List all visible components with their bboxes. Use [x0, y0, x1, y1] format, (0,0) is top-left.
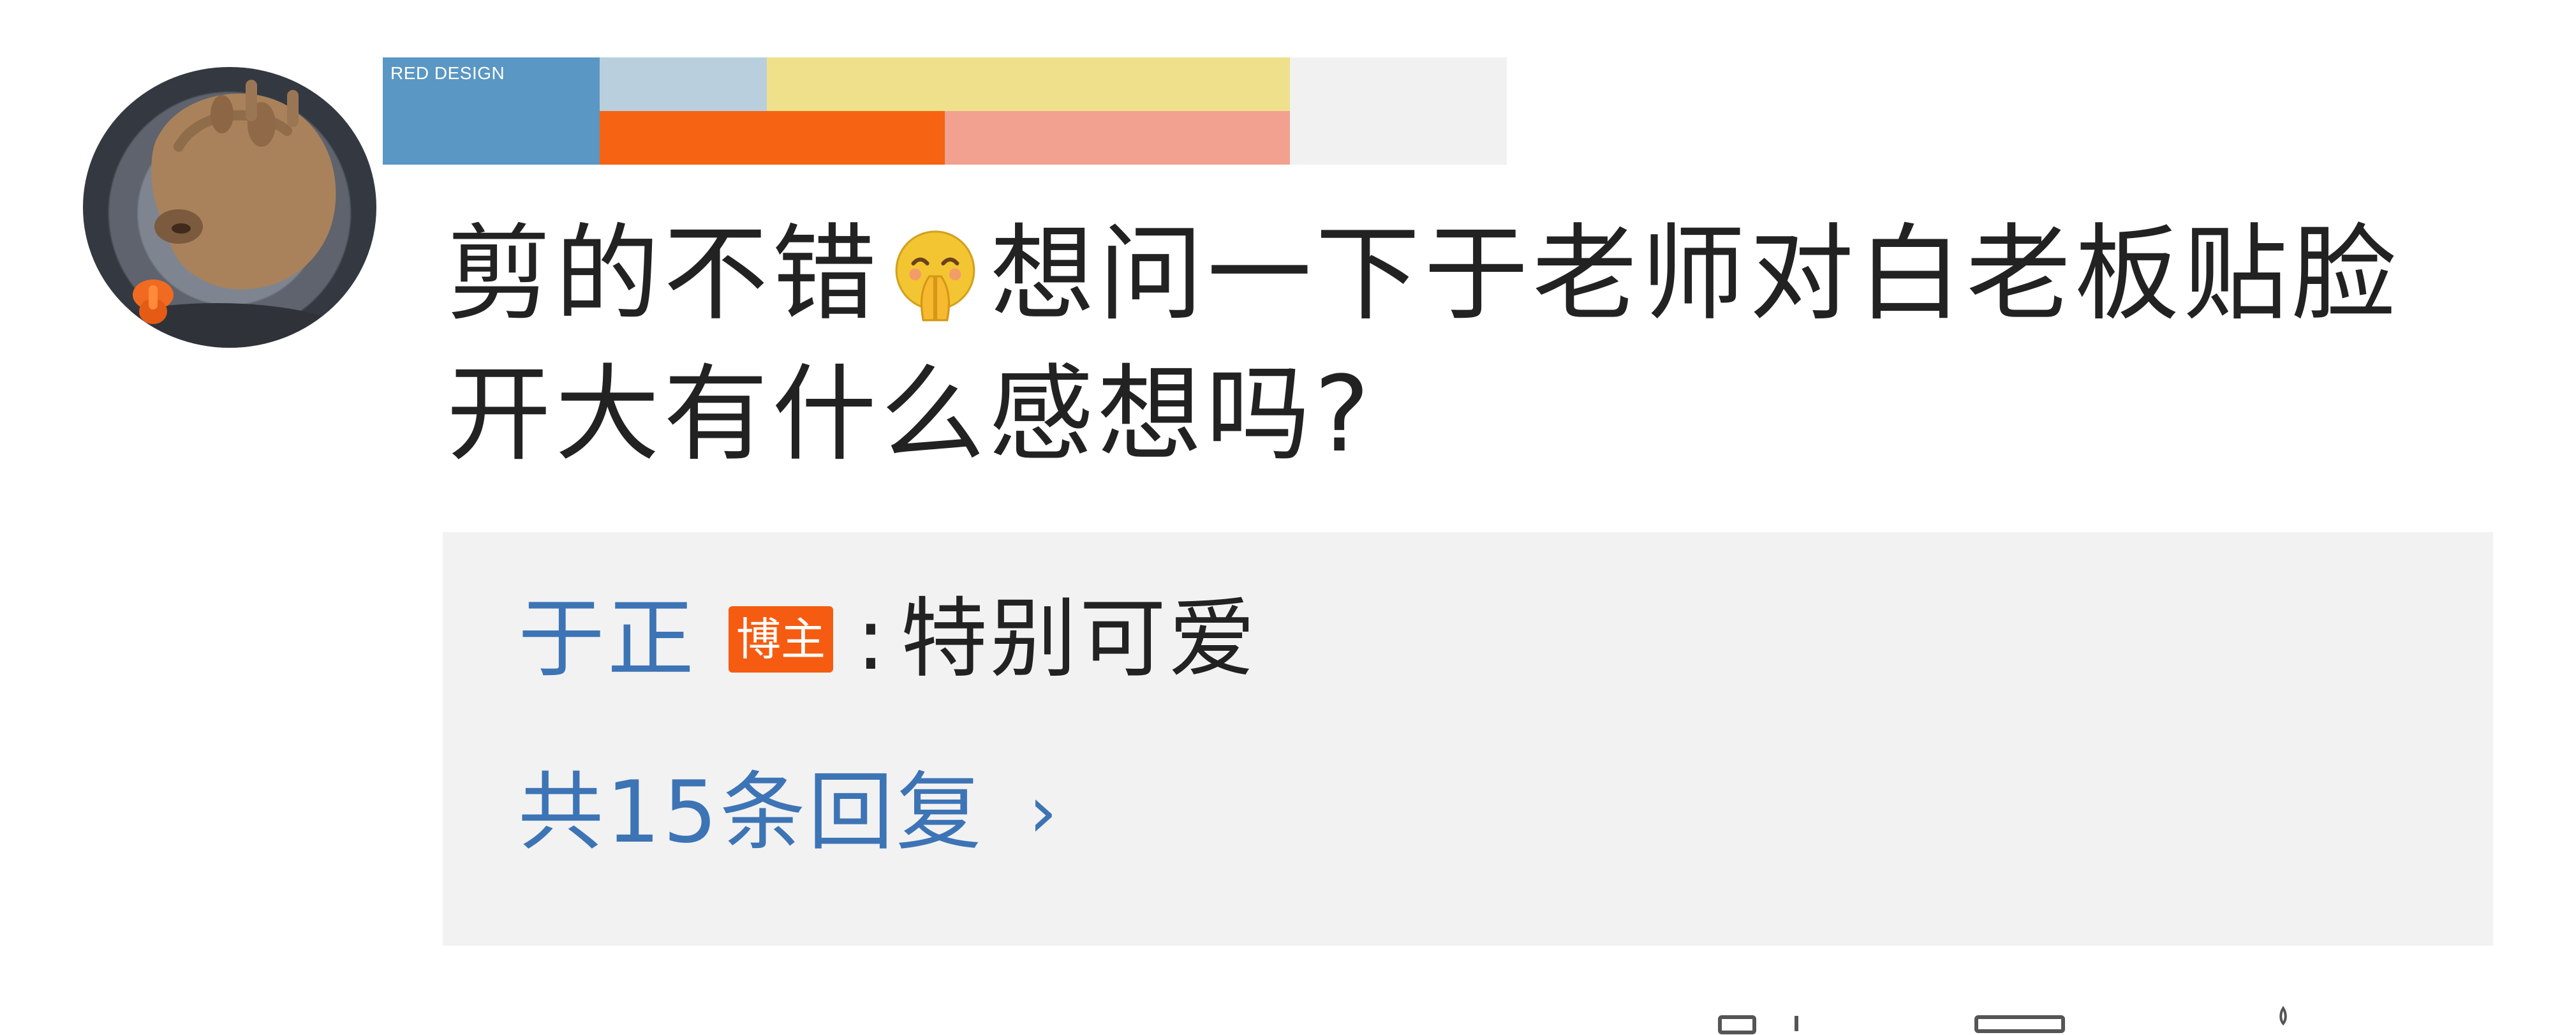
reply-item: 于正 博主 : 特别可爱 — [518, 596, 1258, 683]
chevron-right-icon: › — [1028, 771, 1060, 854]
reply-text: 特别可爱 — [900, 589, 1258, 690]
reply-separator: : — [856, 589, 885, 690]
partial-action-icon-3[interactable] — [1971, 1003, 2068, 1035]
author-badge: 博主 — [729, 606, 833, 673]
comment-text: 剪的不错 想问一下于老师对白老板贴脸 开大有什么感想吗? — [447, 204, 2488, 485]
partial-action-icon-4 — [2279, 1006, 2287, 1026]
banner-brand-text: RED DESIGN — [390, 63, 505, 83]
reply-preview-box[interactable]: 于正 博主 : 特别可爱 共15条回复 › — [443, 532, 2493, 946]
partial-action-icon-2 — [1795, 1016, 1798, 1031]
comment-line-1-part-1: 剪的不错 — [447, 213, 881, 335]
comment-line-2: 开大有什么感想吗? — [447, 354, 1374, 475]
comment-line-1: 剪的不错 想问一下于老师对白老板贴脸 — [447, 204, 2488, 345]
avatar[interactable] — [83, 67, 376, 348]
smiling-face-with-hands-icon — [885, 225, 985, 324]
partial-action-icon-1[interactable] — [1716, 1003, 1762, 1035]
banner-image: RED DESIGN — [383, 57, 1507, 165]
capybara-avatar-image — [83, 80, 357, 348]
view-replies-link[interactable]: 共15条回复 › — [518, 770, 1060, 855]
comment-line-1-part-2: 想问一下于老师对白老板贴脸 — [990, 213, 2401, 335]
view-replies-label: 共15条回复 — [518, 763, 984, 862]
reply-author-link[interactable]: 于正 — [518, 596, 697, 683]
